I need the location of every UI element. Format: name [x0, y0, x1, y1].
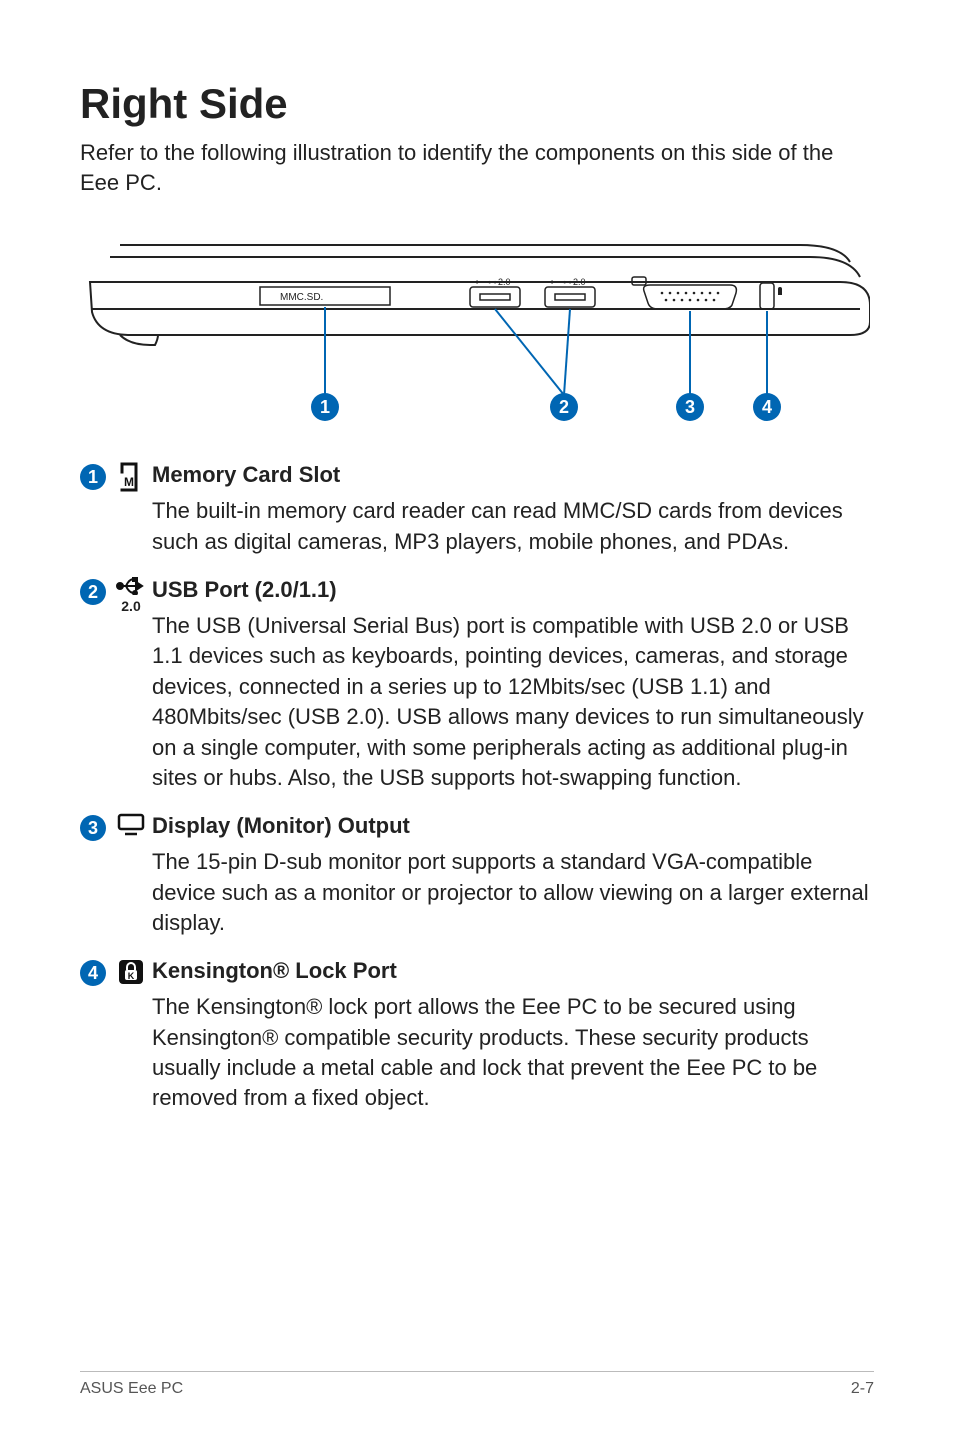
diagram-callout-2: 2 [559, 397, 569, 417]
svg-text:M: M [124, 475, 134, 489]
list-item: 4 K Kensington® Lock Port The Kensington… [80, 958, 874, 1113]
side-diagram: MMC.SD. ⟵⊶ 2.0 ⟵⊶ 2.0 [80, 227, 874, 432]
diagram-usb2-label: 2.0 [573, 277, 586, 287]
footer-right: 2-7 [851, 1380, 874, 1398]
intro-text: Refer to the following illustration to i… [80, 138, 874, 197]
diagram-usb1-label: 2.0 [498, 277, 511, 287]
footer-left: ASUS Eee PC [80, 1380, 183, 1398]
svg-text:⟵⊶: ⟵⊶ [475, 277, 497, 287]
memory-card-icon: M [110, 462, 152, 499]
item-body: The USB (Universal Serial Bus) port is c… [152, 611, 874, 793]
item-body: The built-in memory card reader can read… [152, 496, 874, 557]
item-heading: Memory Card Slot [152, 462, 874, 488]
item-body: The 15-pin D-sub monitor port supports a… [152, 847, 874, 938]
list-item: 3 Display (Monitor) Output The 15-pin D-… [80, 813, 874, 938]
diagram-callout-3: 3 [685, 397, 695, 417]
diagram-callout-1: 1 [320, 397, 330, 417]
page-footer: ASUS Eee PC 2-7 [80, 1371, 874, 1398]
svg-text:K: K [128, 971, 135, 981]
item-heading: USB Port (2.0/1.1) [152, 577, 874, 603]
page-title: Right Side [80, 80, 874, 128]
item-number: 2 [80, 579, 106, 605]
diagram-callout-4: 4 [762, 397, 772, 417]
item-heading: Kensington® Lock Port [152, 958, 874, 984]
item-number: 3 [80, 815, 106, 841]
item-heading: Display (Monitor) Output [152, 813, 874, 839]
lock-icon: K [110, 958, 152, 986]
usb-version-label: 2.0 [116, 599, 146, 613]
list-item: 2 2.0 USB Port (2.0/1.1) The USB (Univer… [80, 577, 874, 793]
item-number: 4 [80, 960, 106, 986]
item-number: 1 [80, 464, 106, 490]
diagram-mmc-label: MMC.SD. [280, 292, 323, 303]
usb-icon: 2.0 [110, 577, 152, 618]
list-item: 1 M Memory Card Slot The built-in memory… [80, 462, 874, 557]
item-body: The Kensington® lock port allows the Eee… [152, 992, 874, 1113]
svg-text:⟵⊶: ⟵⊶ [550, 277, 572, 287]
monitor-icon [110, 813, 152, 844]
